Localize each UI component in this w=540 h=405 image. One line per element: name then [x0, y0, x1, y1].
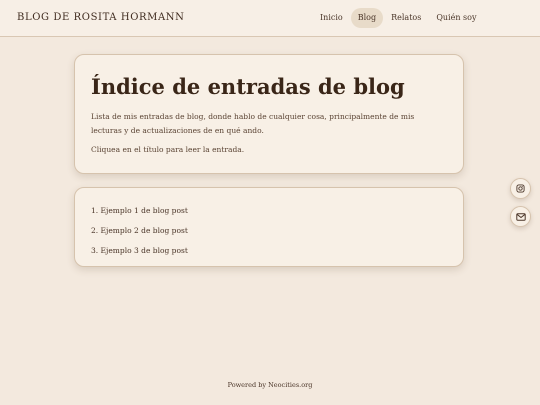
site-title[interactable]: BLOG DE ROSITA HORMANN — [17, 12, 185, 23]
footer: Powered by Neocities.org — [0, 381, 540, 389]
post-link-3[interactable]: 3. Ejemplo 3 de blog post — [91, 241, 447, 261]
intro-instruction: Cliquea en el título para leer la entrad… — [91, 145, 245, 154]
footer-prefix: Powered by — [227, 381, 269, 389]
nav-item-quien-soy[interactable]: Quién soy — [429, 8, 483, 28]
instagram-button[interactable] — [510, 178, 531, 199]
footer-neocities-link[interactable]: Neocities.org — [268, 381, 312, 389]
nav-item-inicio[interactable]: Inicio — [313, 8, 350, 28]
post-list: 1. Ejemplo 1 de blog post 2. Ejemplo 2 d… — [91, 201, 447, 261]
instagram-icon — [516, 184, 525, 193]
email-button[interactable] — [510, 206, 531, 227]
page-title: Índice de entradas de blog — [91, 74, 405, 99]
intro-description: Lista de mis entradas de blog, donde hab… — [91, 112, 415, 135]
intro-card: Índice de entradas de blog Lista de mis … — [74, 54, 464, 174]
site-header: BLOG DE ROSITA HORMANN Inicio Blog Relat… — [0, 0, 540, 37]
post-list-card: 1. Ejemplo 1 de blog post 2. Ejemplo 2 d… — [74, 187, 464, 267]
main-nav: Inicio Blog Relatos Quién soy — [313, 8, 483, 28]
post-link-1[interactable]: 1. Ejemplo 1 de blog post — [91, 201, 447, 221]
email-icon — [515, 212, 526, 221]
nav-item-relatos[interactable]: Relatos — [384, 8, 428, 28]
post-link-2[interactable]: 2. Ejemplo 2 de blog post — [91, 221, 447, 241]
nav-item-blog[interactable]: Blog — [350, 8, 384, 28]
